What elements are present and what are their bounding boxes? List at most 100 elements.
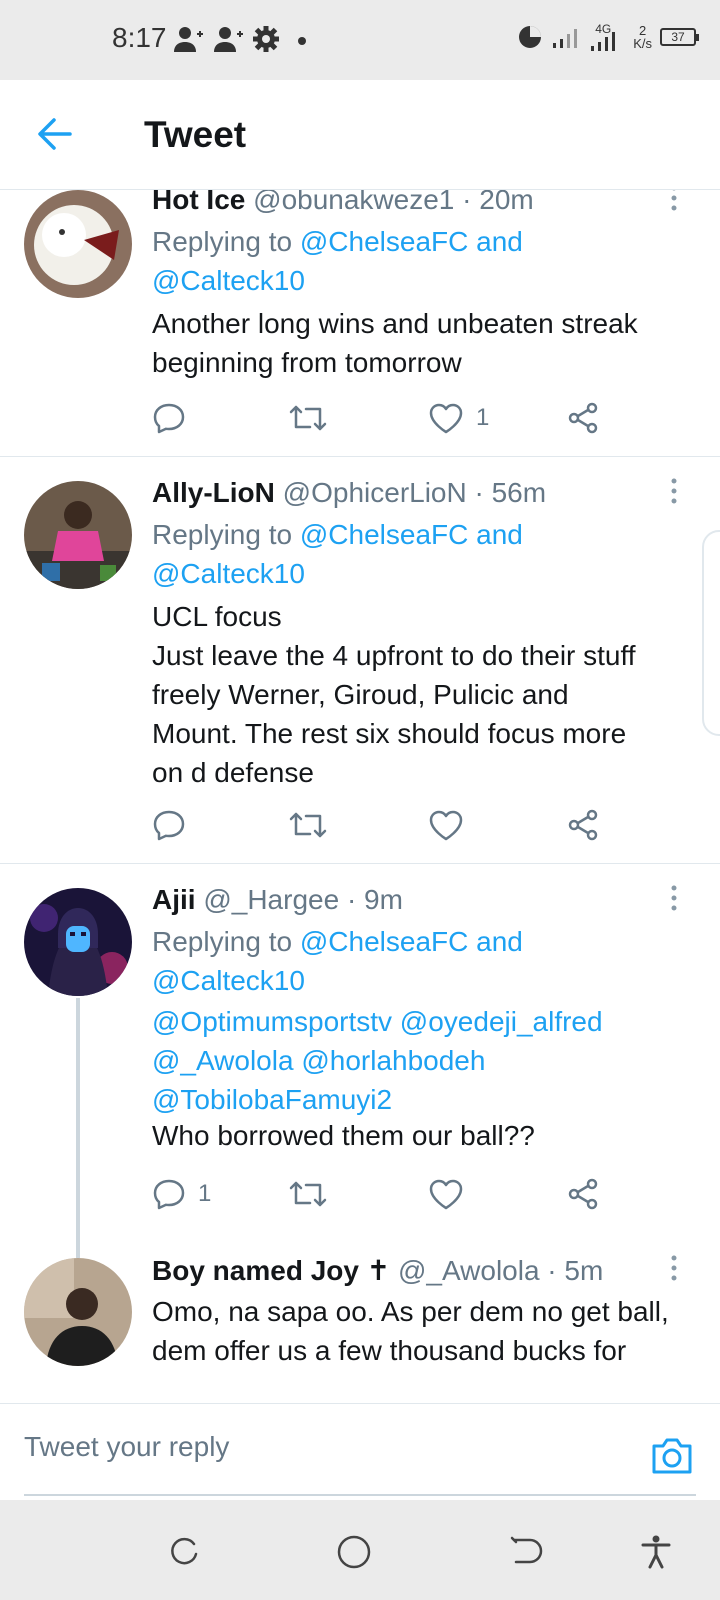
tweet-text: UCL focus Just leave the 4 upfront to do…: [152, 601, 636, 788]
tweet-item[interactable]: Ally-LioN @OphicerLioN · 56m Replying to…: [0, 457, 720, 864]
reply-icon: [153, 403, 185, 434]
add-contact-icon: [174, 27, 203, 52]
reply-button[interactable]: [152, 805, 186, 845]
tweet-item[interactable]: Boy named Joy ✝ @_Awolola · 5m Omo, na s…: [0, 1234, 720, 1403]
author-handle-time: @obunakweze1 · 20m: [253, 190, 534, 215]
recent-apps-icon[interactable]: [166, 1534, 202, 1570]
like-button[interactable]: [428, 805, 464, 845]
reply-target-link[interactable]: @Calteck10: [152, 965, 305, 996]
reply-target-link[interactable]: @ChelseaFC and: [300, 926, 523, 957]
status-bar: 8:17 4G 2 K/s 37: [0, 0, 720, 80]
tweet-actions: [152, 805, 632, 845]
retweet-icon: [289, 405, 327, 431]
back-icon[interactable]: [508, 1534, 544, 1570]
share-icon: [568, 809, 598, 841]
tweet-text: Who borrowed them our ball??: [152, 1120, 535, 1151]
share-button[interactable]: [566, 398, 600, 438]
retweet-icon: [289, 1181, 327, 1207]
more-options-icon[interactable]: [668, 190, 680, 212]
author-handle-time: @_Awolola · 5m: [397, 1255, 604, 1286]
person-avatar-image: [24, 481, 132, 589]
like-count: 1: [476, 404, 490, 431]
network-speed: 2 K/s: [633, 23, 652, 51]
retweet-button[interactable]: [288, 398, 328, 438]
reply-icon: [153, 1179, 185, 1210]
data-saver-icon: [519, 26, 542, 48]
thread-connector: [76, 998, 80, 1258]
avatar[interactable]: [24, 481, 132, 589]
status-system-icons: 4G 2 K/s 37: [517, 22, 699, 52]
status-notification-icons: [172, 24, 308, 54]
mentions-text[interactable]: @Optimumsportstv @oyedeji_alfred @_Awolo…: [152, 1002, 603, 1119]
tweet-actions: 1: [152, 398, 632, 438]
author-handle-time: @OphicerLioN · 56m: [282, 477, 547, 508]
heart-icon: [429, 403, 463, 434]
home-icon[interactable]: [336, 1534, 372, 1570]
person-avatar-image: [24, 1258, 132, 1366]
heart-icon: [429, 810, 463, 841]
tweet-text: Another long wins and unbeaten streak be…: [152, 308, 638, 378]
lion-avatar-image: [24, 190, 132, 298]
gear-icon: [253, 26, 279, 52]
like-button[interactable]: 1: [428, 398, 489, 438]
page-title: Tweet: [144, 114, 247, 155]
retweet-button[interactable]: [288, 805, 328, 845]
share-button[interactable]: [566, 805, 600, 845]
replying-to: Replying to @ChelseaFC and @Calteck10: [152, 926, 523, 996]
scroll-handle[interactable]: [702, 530, 720, 736]
share-icon: [568, 402, 598, 434]
add-contact-icon: [214, 27, 243, 52]
author-name[interactable]: Ally-LioN: [152, 477, 275, 508]
reply-button[interactable]: 1: [152, 1174, 211, 1214]
tweet-header: Hot Ice @obunakweze1 · 20m: [152, 190, 534, 216]
tweet-item[interactable]: Hot Ice @obunakweze1 · 20m Replying to @…: [0, 190, 720, 457]
tweet-header: Ajii @_Hargee · 9m: [152, 884, 403, 916]
reply-composer: [0, 1403, 720, 1500]
accessibility-icon[interactable]: [638, 1534, 674, 1570]
hooded-figure-avatar-image: [24, 888, 132, 996]
reply-target-link[interactable]: @ChelseaFC and: [300, 519, 523, 550]
more-options-icon[interactable]: [668, 477, 680, 505]
camera-icon[interactable]: [650, 1436, 694, 1476]
signal-icon: [553, 29, 578, 48]
author-handle-time: @_Hargee · 9m: [203, 884, 403, 915]
more-options-icon[interactable]: [668, 884, 680, 912]
app-header: Tweet: [0, 80, 720, 190]
tweet-text: Omo, na sapa oo. As per dem no get ball,…: [152, 1296, 669, 1366]
replying-to: Replying to @ChelseaFC and @Calteck10: [152, 226, 523, 296]
retweet-icon: [289, 812, 327, 838]
network-type: 4G: [589, 22, 625, 52]
back-arrow-icon[interactable]: [34, 114, 74, 154]
avatar[interactable]: [24, 190, 132, 298]
system-nav-bar: [0, 1500, 720, 1600]
reply-target-link[interactable]: @Calteck10: [152, 558, 305, 589]
tweet-item[interactable]: Ajii @_Hargee · 9m Replying to @ChelseaF…: [0, 864, 720, 1258]
share-button[interactable]: [566, 1174, 600, 1214]
share-icon: [568, 1178, 598, 1210]
tweet-actions: 1: [152, 1174, 632, 1214]
like-button[interactable]: [428, 1174, 464, 1214]
retweet-button[interactable]: [288, 1174, 328, 1214]
author-name[interactable]: Boy named Joy ✝: [152, 1255, 390, 1286]
more-options-icon[interactable]: [668, 1254, 680, 1282]
reply-icon: [153, 810, 185, 841]
reply-input[interactable]: [24, 1422, 614, 1472]
avatar[interactable]: [24, 888, 132, 996]
input-underline: [24, 1494, 696, 1496]
status-time: 8:17: [112, 22, 167, 53]
signal-icon: [591, 32, 616, 51]
reply-target-link[interactable]: @ChelseaFC and: [300, 226, 523, 257]
battery-indicator: 37: [660, 28, 699, 46]
reply-button[interactable]: [152, 398, 186, 438]
heart-icon: [429, 1179, 463, 1210]
author-name[interactable]: Hot Ice: [152, 190, 245, 215]
tweet-header: Boy named Joy ✝ @_Awolola · 5m: [152, 1254, 603, 1287]
tweet-header: Ally-LioN @OphicerLioN · 56m: [152, 477, 546, 509]
dot-icon: [298, 37, 306, 45]
reply-count: 1: [198, 1180, 212, 1207]
avatar[interactable]: [24, 1258, 132, 1366]
replying-to: Replying to @ChelseaFC and @Calteck10: [152, 519, 523, 589]
reply-target-link[interactable]: @Calteck10: [152, 265, 305, 296]
reply-feed[interactable]: Hot Ice @obunakweze1 · 20m Replying to @…: [0, 190, 720, 1403]
author-name[interactable]: Ajii: [152, 884, 196, 915]
